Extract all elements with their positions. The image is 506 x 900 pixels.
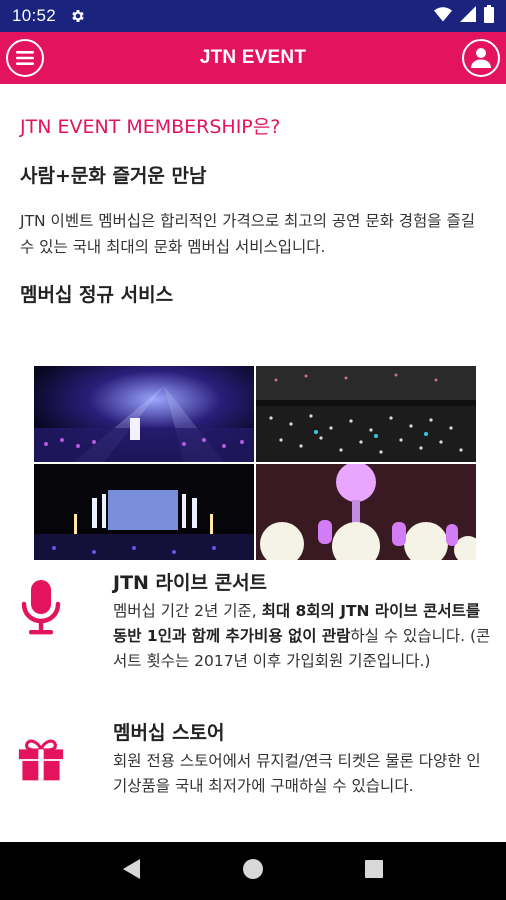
user-profile-icon (471, 48, 491, 68)
home-icon[interactable] (241, 857, 265, 885)
feature-title-store: 멤버십 스토어 (113, 722, 225, 744)
hamburger-menu-icon (16, 51, 34, 65)
app-bar: JTN EVENT (0, 32, 506, 84)
menu-button[interactable] (6, 39, 44, 77)
gear-icon (70, 8, 86, 24)
wifi-icon (434, 6, 452, 26)
feature-desc-pre: 멤버십 기간 2년 기준, (113, 602, 262, 620)
status-time: 10:52 (12, 6, 57, 25)
feature-desc-live-concert: 멤버십 기간 2년 기준, 최대 8회의 JTN 라이브 콘서트를 동반 1인과… (113, 599, 493, 674)
concert-photo-stage-lights (34, 366, 254, 462)
battery-icon (484, 5, 494, 27)
concert-photo-grid (34, 366, 476, 560)
concert-photo-stage (34, 464, 254, 560)
feature-desc-store: 회원 전용 스토어에서 뮤지컬/연극 티켓은 물론 다양한 인기상품을 국내 최… (113, 752, 481, 795)
membership-subhead: 사람+문화 즐거운 만남 (20, 165, 207, 187)
signal-icon (460, 6, 476, 26)
membership-headline: JTN EVENT MEMBERSHIP은? (20, 116, 281, 138)
concert-photo-arena (256, 366, 476, 462)
microphone-icon (18, 580, 64, 636)
status-bar: 10:52 (0, 0, 506, 32)
profile-button[interactable] (462, 39, 500, 77)
system-nav-bar (0, 842, 506, 900)
services-title: 멤버십 정규 서비스 (20, 284, 174, 306)
app-title: JTN EVENT (199, 47, 307, 68)
concert-photo-lightsticks (256, 464, 476, 560)
gift-icon (18, 732, 64, 788)
back-icon[interactable] (122, 858, 142, 884)
recents-icon[interactable] (364, 859, 384, 883)
membership-description: JTN 이벤트 멤버십은 합리적인 가격으로 최고의 공연 문화 경험을 즐길 … (20, 212, 475, 256)
feature-title-live-concert: JTN 라이브 콘서트 (113, 572, 268, 594)
